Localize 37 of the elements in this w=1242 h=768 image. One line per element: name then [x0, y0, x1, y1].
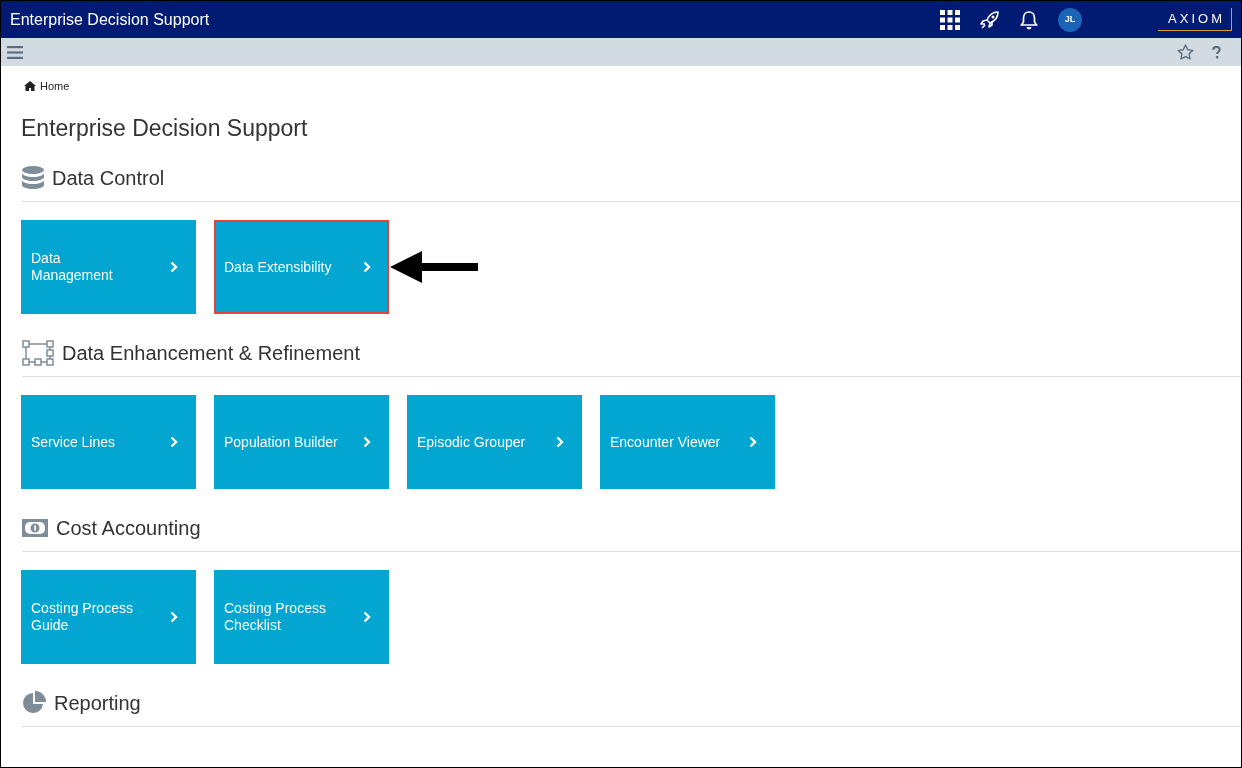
home-icon[interactable]: [24, 81, 36, 92]
section-heading: Reporting: [54, 691, 141, 716]
banknote-icon: [22, 519, 48, 537]
diagram-icon: [22, 340, 54, 366]
chevron-right-icon: [363, 436, 371, 448]
annotation-arrow-icon: [390, 251, 478, 283]
bell-icon[interactable]: [1020, 9, 1039, 30]
rocket-icon[interactable]: [980, 9, 1001, 30]
pie-chart-icon: [22, 691, 46, 715]
star-icon[interactable]: [1177, 44, 1194, 60]
chevron-right-icon: [556, 436, 564, 448]
menu-icon[interactable]: [7, 45, 23, 59]
help-icon[interactable]: [1212, 45, 1221, 59]
breadcrumb-link[interactable]: Home: [40, 78, 70, 95]
navigation-tile[interactable]: Data Extensibility: [214, 220, 389, 314]
navigation-tile[interactable]: Costing Process Checklist: [214, 570, 389, 664]
section-heading: Cost Accounting: [56, 516, 201, 541]
app-title: Enterprise Decision Support: [10, 9, 210, 30]
apps-grid-icon[interactable]: [940, 9, 961, 30]
navigation-tile[interactable]: Data Management: [21, 220, 196, 314]
database-icon: [22, 166, 44, 190]
section-heading: Data Control: [52, 166, 165, 191]
navigation-tile[interactable]: Episodic Grouper: [407, 395, 582, 489]
chevron-right-icon: [749, 436, 757, 448]
navigation-tile[interactable]: Costing Process Guide: [21, 570, 196, 664]
chevron-right-icon: [170, 261, 178, 273]
chevron-right-icon: [363, 261, 371, 273]
page-title: Enterprise Decision Support: [21, 113, 309, 143]
section-heading: Data Enhancement & Refinement: [62, 341, 360, 366]
chevron-right-icon: [170, 436, 178, 448]
navigation-tile[interactable]: Encounter Viewer: [600, 395, 775, 489]
chevron-right-icon: [170, 611, 178, 623]
user-avatar[interactable]: JL: [1058, 7, 1083, 32]
navigation-tile[interactable]: Population Builder: [214, 395, 389, 489]
chevron-right-icon: [363, 611, 371, 623]
navigation-tile[interactable]: Service Lines: [21, 395, 196, 489]
logo: AXIOM: [1158, 7, 1232, 32]
